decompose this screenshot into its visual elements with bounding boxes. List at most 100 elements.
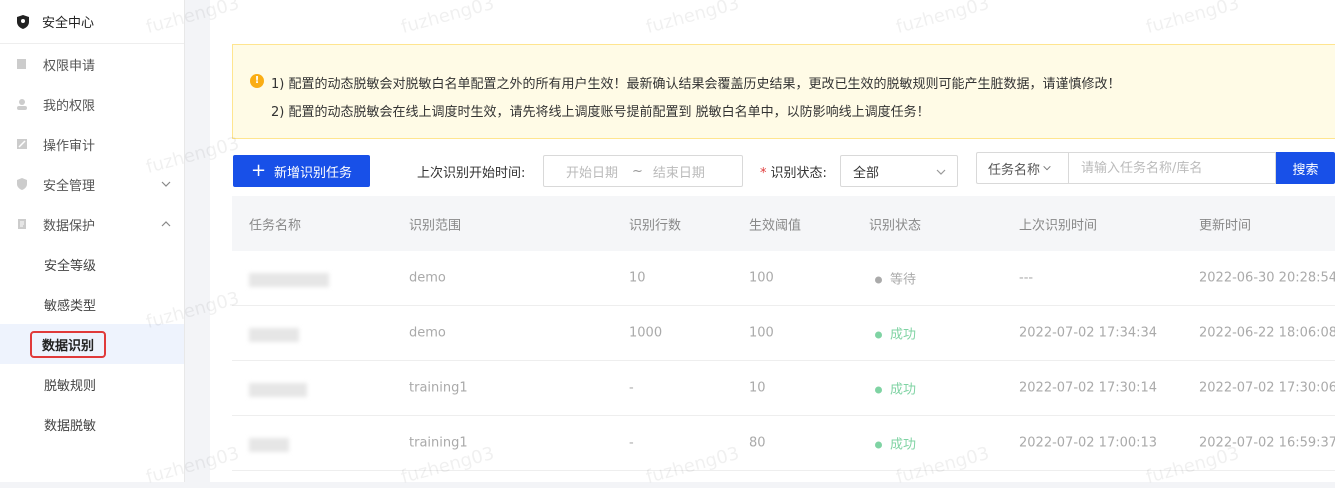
table-row[interactable]: demo 10 100 等待 --- 2022-06-30 20:28:54: [232, 251, 1335, 306]
chevron-up-icon: [161, 221, 171, 227]
cell-updated: 2022-07-02 17:30:06: [1199, 380, 1335, 396]
sidebar-subitem-label: 数据识别: [30, 330, 107, 358]
cell-rows: 1000: [629, 325, 663, 341]
cell-rows: 10: [629, 270, 646, 286]
sidebar-item-security-management[interactable]: 安全管理: [0, 164, 184, 204]
cell-scope: demo: [409, 325, 446, 341]
status-badge: 等待: [875, 269, 916, 288]
sidebar-title: 安全中心: [42, 16, 95, 31]
last-time-label: 上次识别开始时间:: [417, 166, 526, 181]
document-icon: [18, 219, 26, 229]
cell-updated: 2022-06-22 18:06:08: [1199, 325, 1335, 341]
date-separator: ~: [632, 163, 643, 179]
cell-updated: 2022-06-30 20:28:54: [1199, 270, 1335, 286]
sidebar-item-data-protection[interactable]: 数据保护: [0, 204, 184, 244]
plus-icon: +: [250, 160, 267, 181]
column-header: 生效阈值: [749, 218, 802, 233]
sidebar-subitem-masking-rules[interactable]: 脱敏规则: [0, 364, 184, 404]
task-table: 任务名称 识别范围 识别行数 生效阈值 识别状态 上次识别时间 更新时间 dem…: [232, 196, 1335, 471]
cell-rows: -: [629, 435, 634, 451]
sidebar-item-my-permissions[interactable]: 我的权限: [0, 84, 184, 124]
sidebar-subitem-security-level[interactable]: 安全等级: [0, 244, 184, 284]
sidebar-item-label: 安全管理: [43, 178, 96, 194]
cell-scope: training1: [409, 380, 468, 396]
date-range-picker[interactable]: 开始日期 ~ 结束日期: [543, 155, 743, 187]
cell-threshold: 100: [749, 325, 774, 341]
notice-line-2: 2) 配置的动态脱敏会在线上调度时生效，请先将线上调度账号提前配置到 脱敏白名单…: [271, 105, 930, 120]
status-label: * 识别状态:: [760, 162, 827, 181]
status-dot: [875, 331, 882, 339]
redacted-task-name: [249, 438, 289, 452]
chevron-down-icon: [936, 169, 946, 175]
sidebar: 安全中心 权限申请 我的权限 操作审计 安全管理 数据保护 安全等级 敏感类型 …: [0, 0, 185, 482]
sidebar-item-label: 权限申请: [43, 58, 96, 74]
sidebar-subitem-data-recognition[interactable]: 数据识别: [0, 324, 184, 364]
notice-line-1: 1) 配置的动态脱敏会对脱敏白名单配置之外的所有用户生效！最新确认结果会覆盖历史…: [271, 77, 1121, 92]
sidebar-subitem-label: 安全等级: [44, 258, 97, 274]
cell-updated: 2022-07-02 16:59:37: [1199, 435, 1335, 451]
add-task-label: 新增识别任务: [274, 165, 353, 181]
cell-threshold: 10: [749, 380, 766, 396]
table-row[interactable]: training1 - 80 成功 2022-07-02 17:00:13 20…: [232, 416, 1335, 471]
status-dot: [875, 441, 882, 449]
date-end[interactable]: 结束日期: [653, 162, 705, 181]
search-input[interactable]: [1068, 152, 1276, 184]
column-header: 更新时间: [1199, 218, 1252, 233]
column-header: 识别行数: [629, 218, 682, 233]
warning-notice: ! 1) 配置的动态脱敏会对脱敏白名单配置之外的所有用户生效！最新确认结果会覆盖…: [232, 44, 1335, 139]
shield-icon: [17, 14, 29, 29]
column-header: 上次识别时间: [1019, 218, 1098, 233]
edit-doc-icon: [17, 59, 26, 69]
date-start[interactable]: 开始日期: [566, 162, 618, 181]
status-dot: [875, 276, 882, 284]
sidebar-item-permission-apply[interactable]: 权限申请: [0, 44, 184, 84]
cell-scope: training1: [409, 435, 468, 451]
search-button[interactable]: 搜索: [1276, 152, 1335, 184]
column-header: 任务名称: [249, 218, 302, 233]
cell-threshold: 100: [749, 270, 774, 286]
chevron-down-icon: [1043, 165, 1051, 171]
status-text: 成功: [890, 437, 917, 453]
redacted-task-name: [249, 273, 329, 287]
sidebar-subitem-label: 敏感类型: [44, 298, 97, 314]
audit-icon: [17, 139, 27, 149]
status-badge: 成功: [875, 434, 916, 453]
column-header: 识别状态: [869, 218, 922, 233]
status-badge: 成功: [875, 324, 916, 343]
cell-scope: demo: [409, 270, 446, 286]
table-row[interactable]: demo 1000 100 成功 2022-07-02 17:34:34 202…: [232, 306, 1335, 361]
status-select-value: 全部: [853, 165, 880, 181]
shield-outline-icon: [17, 178, 27, 190]
sidebar-subitem-label: 数据脱敏: [44, 418, 97, 434]
sidebar-item-audit[interactable]: 操作审计: [0, 124, 184, 164]
status-badge: 成功: [875, 379, 916, 398]
cell-rows: -: [629, 380, 634, 396]
add-task-button[interactable]: + 新增识别任务: [233, 155, 370, 187]
cell-last-time: 2022-07-02 17:34:34: [1019, 325, 1158, 341]
sidebar-subitem-sensitive-types[interactable]: 敏感类型: [0, 284, 184, 324]
sidebar-header[interactable]: 安全中心: [0, 0, 184, 44]
sidebar-item-label: 数据保护: [43, 218, 96, 234]
warning-icon: !: [250, 74, 264, 88]
main-content: ! 1) 配置的动态脱敏会对脱敏白名单配置之外的所有用户生效！最新确认结果会覆盖…: [210, 0, 1335, 482]
status-label-text: 识别状态:: [770, 166, 827, 181]
status-text: 成功: [890, 327, 917, 343]
sidebar-subitem-data-masking[interactable]: 数据脱敏: [0, 404, 184, 444]
table-row[interactable]: training1 - 10 成功 2022-07-02 17:30:14 20…: [232, 361, 1335, 416]
search-field-select[interactable]: 任务名称: [976, 152, 1069, 184]
sidebar-item-label: 操作审计: [43, 138, 96, 154]
status-text: 等待: [890, 272, 917, 288]
chevron-down-icon: [161, 181, 171, 187]
redacted-task-name: [249, 383, 307, 397]
sidebar-item-label: 我的权限: [43, 98, 96, 114]
cell-threshold: 80: [749, 435, 766, 451]
cell-last-time: 2022-07-02 17:00:13: [1019, 435, 1158, 451]
search-field-value: 任务名称: [988, 162, 1041, 178]
status-text: 成功: [890, 382, 917, 398]
status-select[interactable]: 全部: [840, 155, 958, 187]
cell-last-time: 2022-07-02 17:30:14: [1019, 380, 1158, 396]
column-header: 识别范围: [409, 218, 462, 233]
cell-last-time: ---: [1019, 270, 1034, 286]
sidebar-subitem-label: 脱敏规则: [44, 378, 97, 394]
user-icon: [17, 99, 27, 110]
